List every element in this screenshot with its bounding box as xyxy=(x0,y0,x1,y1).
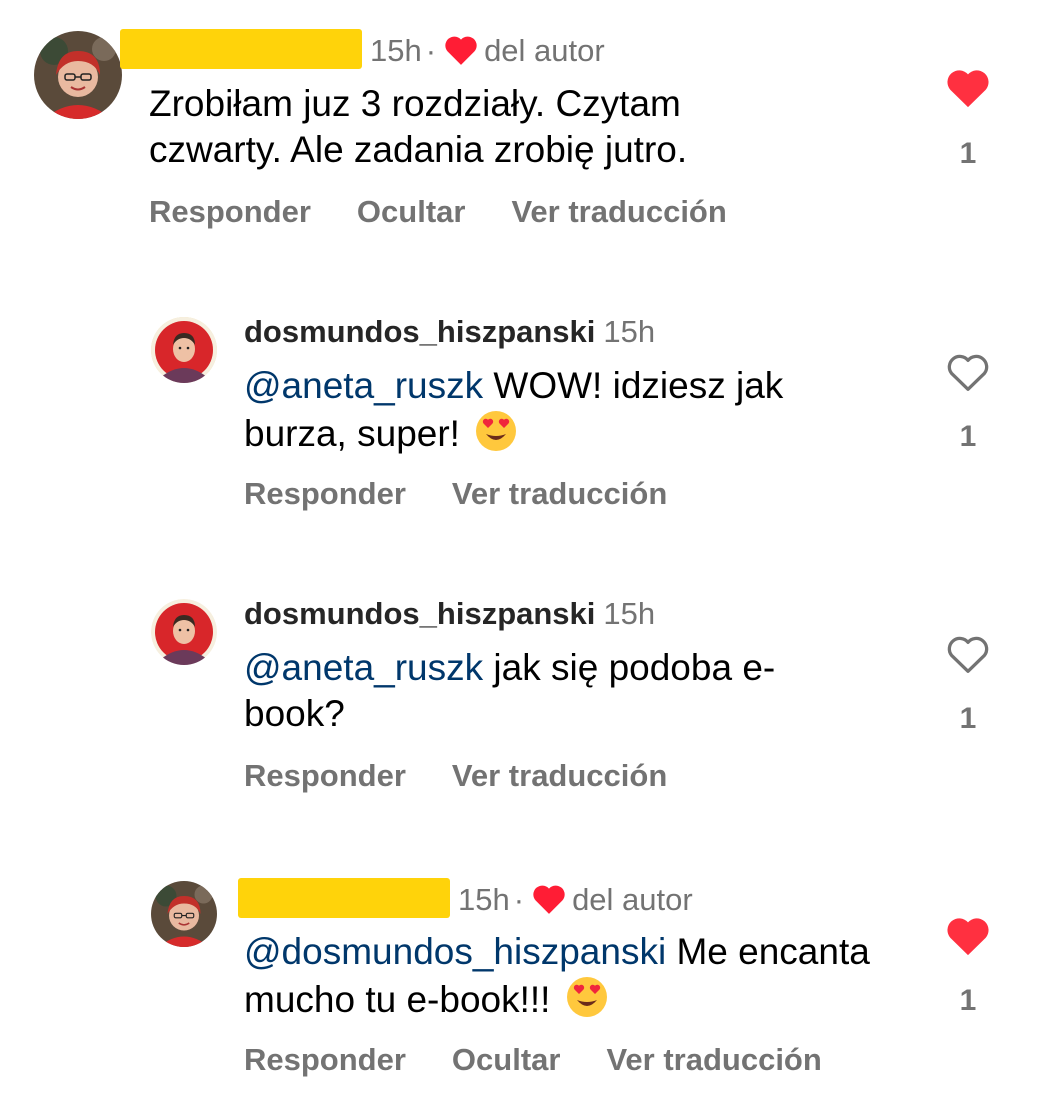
comment-1: 15h · del autor Zrobiłam juz 3 rozdziały. … xyxy=(0,0,1047,250)
mention-link[interactable]: @dosmundos_hiszpanski xyxy=(244,931,666,972)
reply-button[interactable]: Responder xyxy=(244,1042,406,1077)
separator-dot: · xyxy=(513,882,525,917)
username[interactable]: dosmundos_hiszpanski xyxy=(244,314,595,349)
hide-button[interactable]: Ocultar xyxy=(357,194,466,229)
comment-text: @aneta_ruszk WOW! idziesz jak burza, sup… xyxy=(244,363,884,457)
comment-time: 15h xyxy=(603,596,656,631)
redacted-username[interactable] xyxy=(238,878,450,918)
hide-button[interactable]: Ocultar xyxy=(452,1042,561,1077)
comment-text: @aneta_ruszk jak się podoba e-book? xyxy=(244,645,844,737)
like-count: 1 xyxy=(959,137,977,170)
author-liked-label: del autor xyxy=(484,33,605,68)
avatar[interactable] xyxy=(151,317,217,383)
comment-time: 15h xyxy=(603,314,656,349)
translate-button[interactable]: Ver traducción xyxy=(511,194,726,229)
translate-button[interactable]: Ver traducción xyxy=(452,476,667,511)
translate-button[interactable]: Ver traducción xyxy=(452,758,667,793)
comment-actions: Responder Ver traducción xyxy=(244,758,713,794)
filled-heart-icon[interactable] xyxy=(946,916,990,956)
comment-4: 15h · del autor @dosmundos_hiszpanski Me e… xyxy=(0,864,1047,1114)
author-liked-label: del autor xyxy=(572,882,693,917)
username[interactable]: dosmundos_hiszpanski xyxy=(244,596,595,631)
mention-link[interactable]: @aneta_ruszk xyxy=(244,647,483,688)
reply-button[interactable]: Responder xyxy=(149,194,311,229)
reply-button[interactable]: Responder xyxy=(244,476,406,511)
mention-link[interactable]: @aneta_ruszk xyxy=(244,365,483,406)
like-count: 1 xyxy=(959,984,977,1017)
comment-time: 15h xyxy=(458,882,510,917)
filled-heart-icon[interactable] xyxy=(946,68,990,108)
translate-button[interactable]: Ver traducción xyxy=(606,1042,821,1077)
comment-meta: 15h · del autor xyxy=(120,29,605,69)
comment-time: 15h xyxy=(370,33,422,68)
small-heart-icon xyxy=(445,36,477,65)
comment-meta: 15h · del autor xyxy=(238,878,693,918)
heart-eyes-emoji xyxy=(566,977,607,1017)
redacted-username[interactable] xyxy=(120,29,362,69)
avatar[interactable] xyxy=(151,599,217,665)
comment-actions: Responder Ver traducción xyxy=(244,476,713,512)
comment-meta: dosmundos_hiszpanski 15h xyxy=(244,312,655,352)
outline-heart-icon[interactable] xyxy=(946,352,990,392)
comment-body: Zrobiłam juz 3 rozdziały. Czytam czwarty… xyxy=(149,83,688,170)
comment-text: @dosmundos_hiszpanski Me encanta mucho t… xyxy=(244,929,884,1023)
comment-meta: dosmundos_hiszpanski 15h xyxy=(244,594,655,634)
reply-button[interactable]: Responder xyxy=(244,758,406,793)
like-count: 1 xyxy=(959,702,977,735)
heart-eyes-emoji xyxy=(476,411,517,451)
comment-3: dosmundos_hiszpanski 15h @aneta_ruszk jak… xyxy=(0,582,1047,822)
small-heart-icon xyxy=(533,885,565,914)
separator-dot: · xyxy=(425,33,437,68)
comment-actions: Responder Ocultar Ver traducción xyxy=(244,1042,868,1078)
outline-heart-icon[interactable] xyxy=(946,634,990,674)
like-count: 1 xyxy=(959,420,977,453)
comment-text: Zrobiłam juz 3 rozdziały. Czytam czwarty… xyxy=(149,81,789,173)
avatar[interactable] xyxy=(34,31,122,119)
comment-actions: Responder Ocultar Ver traducción xyxy=(149,194,773,230)
avatar[interactable] xyxy=(151,881,217,947)
comment-2: dosmundos_hiszpanski 15h @aneta_ruszk WOW… xyxy=(0,300,1047,540)
